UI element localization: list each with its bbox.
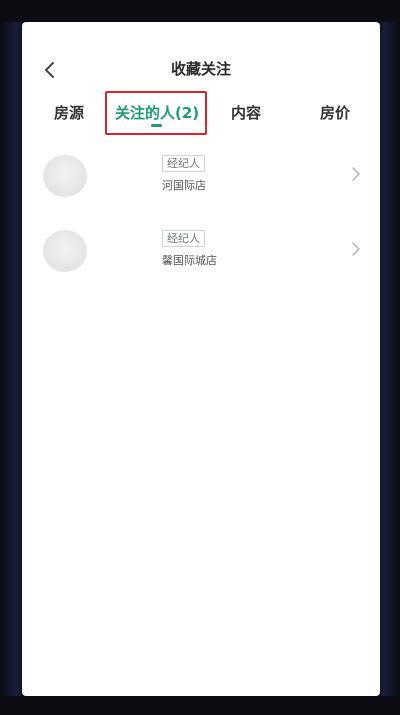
- role-badge: 经纪人: [162, 230, 205, 247]
- chevron-right-icon: [352, 242, 360, 256]
- tab-house-prices[interactable]: 房价: [320, 102, 350, 126]
- avatar: [43, 155, 87, 197]
- store-name: 馨国际城店: [162, 254, 217, 267]
- tab-listings[interactable]: 房源: [54, 102, 84, 126]
- tab-highlight-box: [105, 91, 207, 135]
- role-badge: 经纪人: [162, 155, 205, 172]
- chevron-right-icon: [352, 167, 360, 181]
- list-item[interactable]: 经纪人 河国际店: [22, 155, 380, 213]
- active-tab-indicator: [151, 124, 162, 127]
- store-name: 河国际店: [162, 179, 206, 192]
- top-bezel: [0, 0, 400, 22]
- list-item[interactable]: 经纪人 馨国际城店: [22, 230, 380, 288]
- tab-content[interactable]: 内容: [231, 102, 261, 126]
- bottom-bezel: [0, 696, 400, 715]
- phone-frame: 收藏关注 房源 关注的人(2) 内容 房价 经纪人 河国际店 经纪人 馨国际城店: [0, 0, 400, 715]
- avatar: [43, 230, 87, 272]
- page-title: 收藏关注: [170, 60, 231, 78]
- app-screen: 收藏关注 房源 关注的人(2) 内容 房价 经纪人 河国际店 经纪人 馨国际城店: [22, 22, 380, 696]
